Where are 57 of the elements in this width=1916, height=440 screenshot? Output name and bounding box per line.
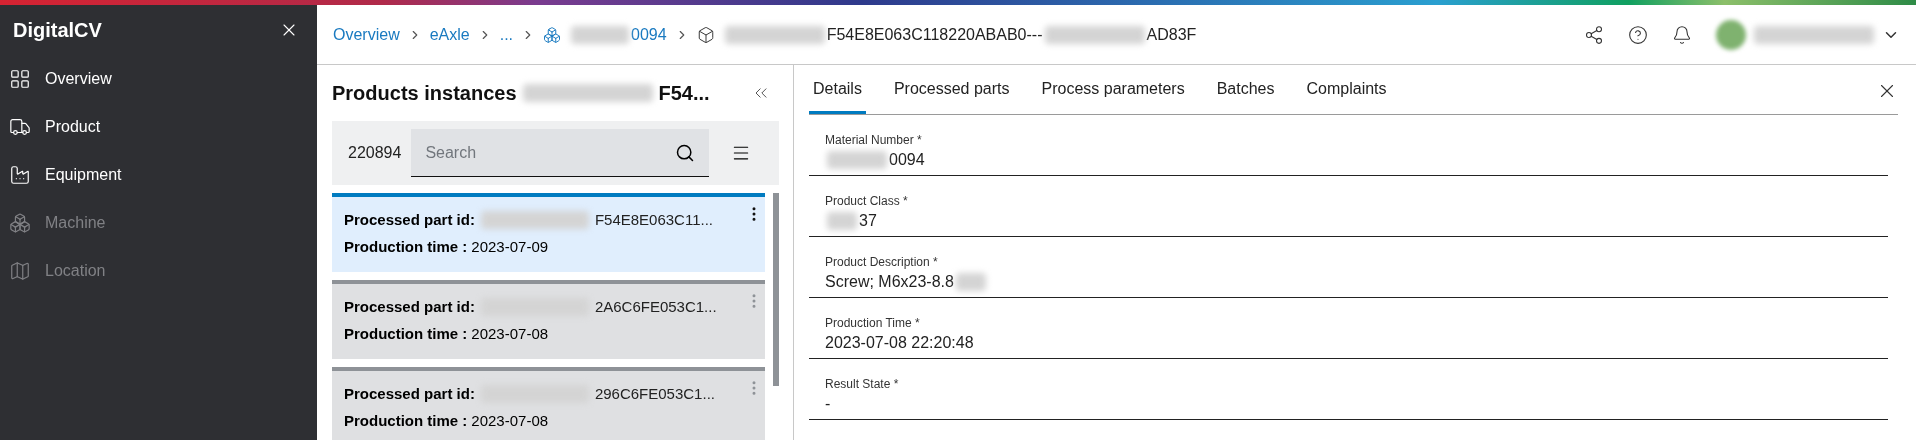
share-icon[interactable] <box>1584 24 1604 45</box>
boxes-icon <box>9 212 31 234</box>
product-card[interactable]: Processed part id: 2A6C6FE053C1... Production time : 2023-07-08 <box>332 280 765 359</box>
id-label: Processed part id: <box>344 384 475 404</box>
app-title: DigitalCV <box>13 18 102 43</box>
map-icon <box>9 260 31 282</box>
redacted-blur <box>827 151 887 169</box>
product-card[interactable]: Processed part id: 296C6FE053C1... Production time : 2023-07-08 <box>332 367 765 440</box>
tab[interactable]: Complaints <box>1302 77 1391 114</box>
time-label: Production time : <box>344 323 468 344</box>
field-label: Result State * <box>825 376 900 393</box>
id-value: 2A6C6FE053C1... <box>594 297 717 317</box>
panel-title: Products instances <box>332 81 517 106</box>
field-value: 2023-07-08 22:20:48 <box>825 333 974 353</box>
panel-title: F54... <box>658 81 710 106</box>
scrollbar[interactable] <box>773 193 779 386</box>
sidebar-item[interactable]: Equipment <box>0 151 317 199</box>
sidebar-item[interactable]: Overview <box>0 55 317 103</box>
time-value: 2023-07-09 <box>471 236 549 257</box>
redacted-blur <box>827 212 857 230</box>
field-value: - <box>825 394 831 414</box>
redacted-blur <box>571 25 630 44</box>
time-label: Production time : <box>344 410 468 431</box>
cube-icon <box>696 25 715 44</box>
search-field[interactable]: Search <box>425 140 675 165</box>
breadcrumb-current: F54E8E063C118220ABAB0--- <box>826 24 1043 45</box>
breadcrumb-current: AD83F <box>1146 24 1197 45</box>
bell-icon[interactable] <box>1672 24 1692 45</box>
field-value: 37 <box>859 211 877 231</box>
truck-icon <box>9 116 31 138</box>
field-label: Production Time * <box>825 315 921 332</box>
help-icon[interactable] <box>1628 24 1648 45</box>
grid-icon <box>9 68 31 90</box>
time-value: 2023-07-08 <box>471 410 549 431</box>
tab[interactable]: Process parameters <box>1037 77 1189 114</box>
sidebar-item[interactable]: Product <box>0 103 317 151</box>
field-label: Product Class * <box>825 193 909 210</box>
field-value: 0094 <box>889 150 925 170</box>
time-label: Production time : <box>344 236 468 257</box>
redacted-blur <box>955 273 986 291</box>
time-value: 2023-07-08 <box>471 323 549 344</box>
search-icon[interactable] <box>675 142 695 163</box>
factory-icon <box>9 164 31 186</box>
tab[interactable]: Batches <box>1212 77 1279 114</box>
field-label: Material Number * <box>825 132 923 149</box>
id-value: F54E8E063C11... <box>594 210 714 230</box>
id-label: Processed part id: <box>344 210 475 230</box>
boxes-icon <box>543 25 562 44</box>
tab[interactable]: Processed parts <box>889 77 1014 114</box>
field-value: Screw; M6x23-8.8 <box>825 272 954 292</box>
id-value: 296C6FE053C1... <box>594 384 715 404</box>
field-label: Product Description * <box>825 254 939 271</box>
result-count: 220894 <box>348 143 402 163</box>
product-card[interactable]: Processed part id: F54E8E063C11... Production time : 2023-07-09 <box>332 193 765 272</box>
search-bar[interactable]: Search <box>411 129 709 177</box>
tab[interactable]: Details <box>809 77 866 114</box>
id-label: Processed part id: <box>344 297 475 317</box>
